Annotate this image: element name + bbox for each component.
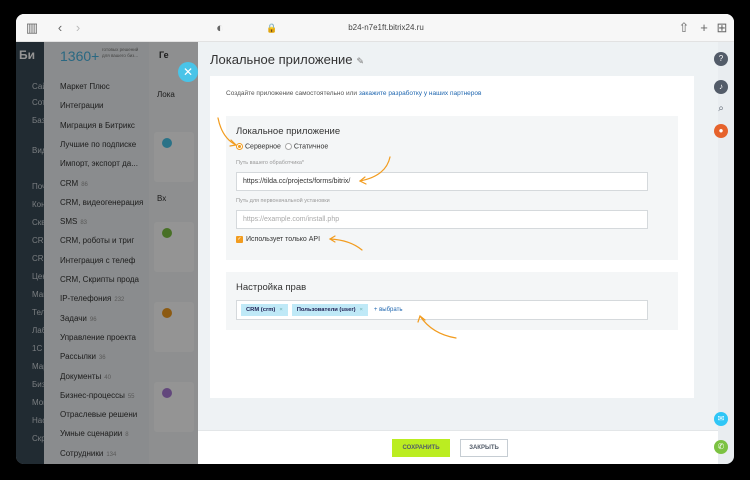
intro-text: Создайте приложение самостоятельно или з… [226, 90, 481, 97]
app-settings-section: Локальное приложение Серверное Статичное… [226, 116, 678, 260]
install-path-label: Путь для первоначальной установки [236, 198, 330, 204]
save-button[interactable]: СОХРАНИТЬ [392, 439, 450, 457]
close-button[interactable]: ЗАКРЫТЬ [460, 439, 508, 457]
tag-crm[interactable]: CRM (crm) × [241, 304, 288, 316]
avatar-icon[interactable]: ● [714, 124, 728, 138]
privacy-icon[interactable]: ◐ [212, 20, 228, 36]
intro-text-label: Создайте приложение самостоятельно или [226, 90, 357, 97]
help-icon[interactable]: ? [714, 52, 728, 66]
install-path-input[interactable]: https://example.com/install.php [236, 210, 648, 229]
radio-server-label: Серверное [245, 143, 281, 151]
tag-remove-icon[interactable]: × [279, 304, 282, 316]
address-bar[interactable]: 🔒 b24-n7e1ft.bitrix24.ru [266, 19, 506, 37]
tabs-overview-icon[interactable]: ⊞ [714, 20, 730, 36]
radio-server-icon [236, 143, 243, 150]
browser-toolbar: ▥ ‹ › ◐ 🔒 b24-n7e1ft.bitrix24.ru ⇧ + ⊞ [16, 14, 734, 42]
share-icon[interactable]: ⇧ [676, 20, 692, 36]
panel-footer: СОХРАНИТЬ ЗАКРЫТЬ [198, 430, 718, 464]
add-rights-link[interactable]: + выбрать [374, 307, 403, 313]
lock-icon: 🔒 [266, 23, 278, 33]
panel-title-text: Локальное приложение [210, 52, 353, 67]
radio-static-icon [284, 143, 292, 150]
checkbox-checked-icon: ✓ [236, 236, 243, 243]
radio-static-label: Статичное [293, 143, 329, 151]
right-rail: ? ♪ ⌕ ● ✉ ✆ [714, 42, 734, 464]
api-only-label: Использует только API [246, 236, 321, 243]
tag-crm-label: CRM (crm) [246, 307, 276, 313]
browser-window: ▥ ‹ › ◐ 🔒 b24-n7e1ft.bitrix24.ru ⇧ + ⊞ Б… [16, 14, 734, 464]
panel-title: Локальное приложение ✎ [210, 52, 364, 67]
new-tab-icon[interactable]: + [696, 20, 712, 36]
partners-link[interactable]: закажите разработку у наших партнеров [359, 90, 482, 97]
pencil-icon[interactable]: ✎ [357, 56, 365, 66]
radio-static[interactable]: Статичное [284, 143, 329, 151]
rights-section: Настройка прав CRM (crm) × Пользователи (… [226, 272, 678, 330]
form-card: Создайте приложение самостоятельно или з… [210, 76, 694, 398]
rights-selector[interactable]: CRM (crm) × Пользователи (user) × + выбрат… [236, 300, 648, 320]
forward-icon[interactable]: › [70, 20, 86, 36]
radio-server[interactable]: Серверное [236, 143, 281, 150]
app-type-radios: Серверное Статичное [236, 143, 328, 150]
tag-user[interactable]: Пользователи (user) × [291, 304, 368, 316]
local-app-slider: Локальное приложение ✎ Создайте приложени… [198, 42, 718, 464]
tag-user-label: Пользователи (user) [296, 307, 356, 313]
phone-icon[interactable]: ✆ [714, 440, 728, 454]
api-only-checkbox[interactable]: ✓ Использует только API [236, 236, 320, 243]
tag-remove-icon[interactable]: × [360, 304, 363, 316]
back-icon[interactable]: ‹ [52, 20, 68, 36]
handler-path-input[interactable]: https://tilda.cc/projects/forms/bitrix/ [236, 172, 648, 191]
sidebar-toggle-icon[interactable]: ▥ [24, 20, 40, 36]
close-slider-button[interactable]: ✕ [178, 62, 198, 82]
bell-icon[interactable]: ♪ [714, 80, 728, 94]
search-icon[interactable]: ⌕ [714, 102, 728, 116]
section-title: Локальное приложение [236, 126, 341, 137]
rights-title: Настройка прав [236, 282, 307, 293]
chat-icon[interactable]: ✉ [714, 412, 728, 426]
close-icon: ✕ [182, 65, 194, 79]
url-text: b24-n7e1ft.bitrix24.ru [348, 23, 424, 32]
handler-path-label: Путь вашего обработчика* [236, 160, 305, 166]
